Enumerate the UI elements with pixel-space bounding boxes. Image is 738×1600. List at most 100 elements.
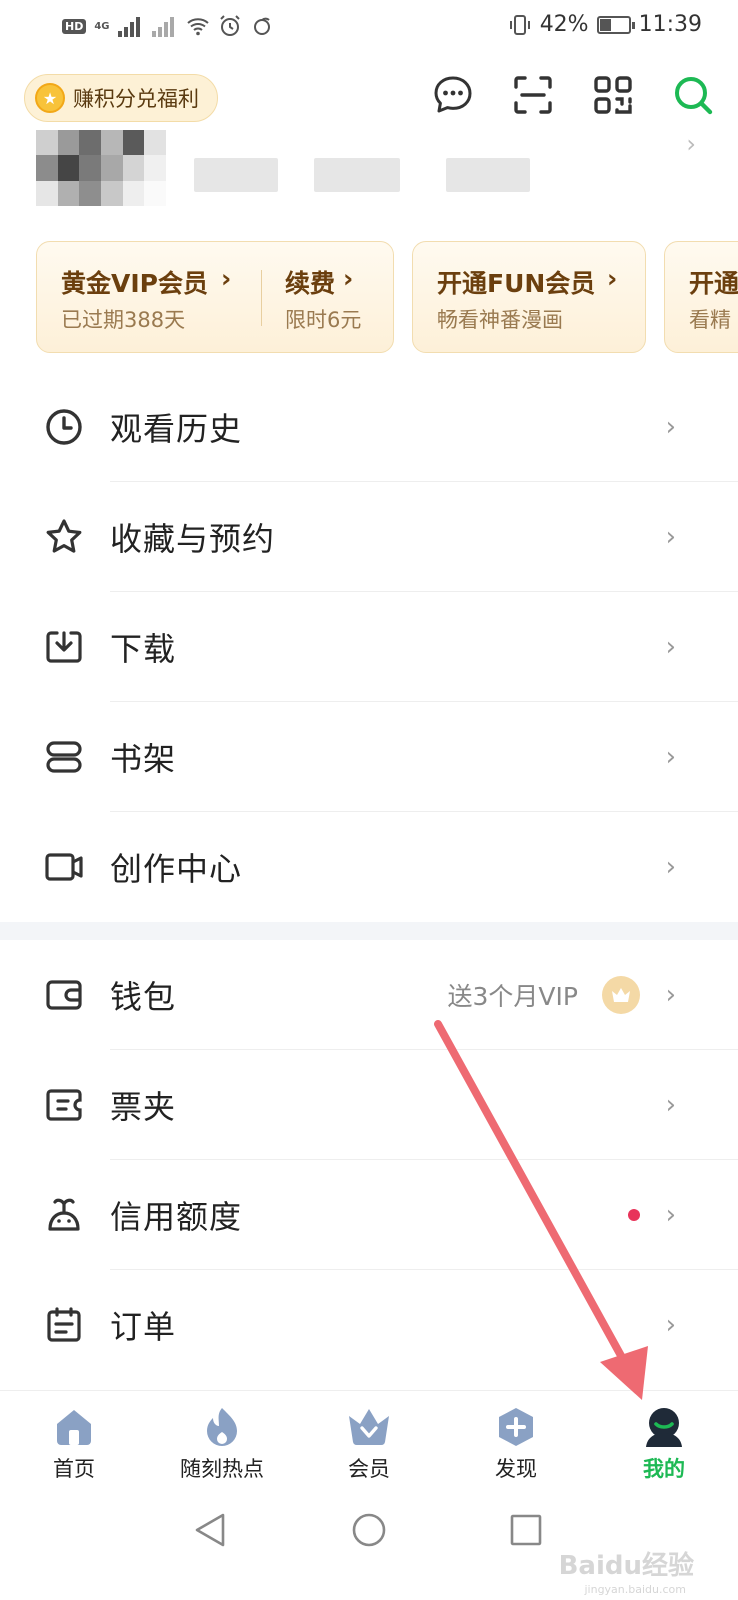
chevron-right-icon: ›: [665, 1200, 676, 1230]
username-blur: [194, 158, 278, 192]
crown-icon: [347, 1405, 391, 1449]
vip-card-gold[interactable]: 黄金VIP会员 › 已过期388天 续费 › 限时6元: [36, 241, 394, 353]
profile-header[interactable]: ›: [36, 130, 696, 220]
menu-group-1: 观看历史 › 收藏与预约 › 下载 › 书架 › 创作中心 ›: [0, 372, 738, 922]
star-icon: [44, 517, 84, 557]
menu-item-label: 钱包: [110, 978, 177, 1016]
credit-icon: [44, 1195, 84, 1235]
search-icon[interactable]: [670, 72, 716, 118]
nav-vip[interactable]: 会员: [299, 1391, 439, 1501]
vip-card-subtitle: 已过期388天: [61, 308, 186, 332]
menu-item-label: 订单: [110, 1308, 177, 1346]
menu-group-2: 钱包 送3个月VIP › 票夹 › 信用额度 › 订单 ›: [0, 940, 738, 1380]
vip-card-title: 开通: [689, 269, 738, 298]
chevron-right-icon: ›: [665, 742, 676, 772]
renew-title[interactable]: 续费: [285, 264, 335, 300]
status-right: 42% 11:39: [508, 12, 702, 37]
clock-icon: [44, 407, 84, 447]
order-icon: [44, 1305, 84, 1345]
menu-item-label: 书架: [110, 740, 177, 778]
nav-home[interactable]: 首页: [4, 1391, 144, 1501]
vip-card-title: 黄金VIP会员: [61, 269, 208, 298]
wifi-icon: [186, 18, 209, 36]
discover-icon: [494, 1405, 538, 1449]
menu-item-history[interactable]: 观看历史 ›: [0, 372, 738, 482]
menu-item-download[interactable]: 下载 ›: [0, 592, 738, 702]
renew-chevron: ›: [343, 264, 354, 293]
menu-item-label: 下载: [110, 630, 177, 668]
hd-badge: HD: [62, 18, 87, 34]
signal-icon: [117, 15, 144, 37]
vip-card-title-chevron: ›: [607, 264, 618, 293]
message-icon[interactable]: [430, 72, 476, 118]
menu-item-credit[interactable]: 信用额度 ›: [0, 1160, 738, 1270]
menu-item-label: 票夹: [110, 1088, 177, 1126]
vip-card-partial[interactable]: 开通 看精: [664, 241, 738, 353]
section-gap: [0, 922, 738, 940]
username-blur: [314, 158, 400, 192]
scan-icon[interactable]: [510, 72, 556, 118]
chevron-right-icon: ›: [665, 852, 676, 882]
battery-icon: [596, 15, 635, 34]
header-actions: [430, 72, 716, 118]
download-icon: [44, 627, 84, 667]
watermark-url: jingyan.baidu.com: [584, 1583, 686, 1596]
nav-label: 随刻热点: [180, 1457, 264, 1481]
battery-percent: 42%: [539, 12, 589, 37]
profile-chevron-icon: ›: [686, 130, 696, 158]
menu-item-favorites[interactable]: 收藏与预约 ›: [0, 482, 738, 592]
wallet-promo-text: 送3个月VIP: [447, 982, 578, 1011]
chevron-right-icon: ›: [665, 412, 676, 442]
earn-points-button[interactable]: ★ 赚积分兑福利: [24, 74, 218, 122]
chevron-right-icon: ›: [665, 522, 676, 552]
profile-icon: [642, 1405, 686, 1449]
watermark: Baidu经验: [558, 1551, 694, 1581]
menu-item-label: 收藏与预约: [110, 520, 276, 558]
home-icon: [52, 1405, 96, 1449]
username-blur: [446, 158, 530, 192]
chevron-right-icon: ›: [665, 1310, 676, 1340]
menu-item-label: 观看历史: [110, 410, 243, 448]
nav-label: 我的: [643, 1457, 685, 1481]
divider: [261, 270, 262, 326]
nav-label: 首页: [53, 1457, 95, 1481]
ticket-icon: [44, 1085, 84, 1125]
camera-icon: [44, 847, 84, 887]
menu-item-orders[interactable]: 订单 ›: [0, 1270, 738, 1380]
vip-card-subtitle: 畅看神番漫画: [437, 308, 563, 332]
vip-card-subtitle: 看精: [689, 308, 731, 332]
signal2-icon: [151, 15, 178, 37]
bottom-nav: 首页 随刻热点 会员 发现 我的: [0, 1390, 738, 1500]
crown-badge-icon: [602, 976, 640, 1014]
bookshelf-icon: [44, 737, 84, 777]
menu-item-bookshelf[interactable]: 书架 ›: [0, 702, 738, 812]
menu-item-label: 信用额度: [110, 1198, 243, 1236]
wallet-icon: [44, 975, 84, 1015]
chevron-right-icon: ›: [665, 632, 676, 662]
nav-discover[interactable]: 发现: [446, 1391, 586, 1501]
menu-item-wallet[interactable]: 钱包 送3个月VIP ›: [0, 940, 738, 1050]
vip-card-title-chevron: ›: [221, 264, 232, 293]
clock-time: 11:39: [638, 12, 702, 37]
network-type: 4G: [94, 20, 110, 32]
qrcode-icon[interactable]: [590, 72, 636, 118]
nav-hot[interactable]: 随刻热点: [152, 1391, 292, 1501]
nav-label: 发现: [495, 1457, 537, 1481]
nav-me[interactable]: 我的: [594, 1391, 734, 1501]
menu-item-label: 创作中心: [110, 850, 243, 888]
vibrate-icon: [509, 14, 530, 35]
menu-item-creator-center[interactable]: 创作中心 ›: [0, 812, 738, 922]
points-label: 赚积分兑福利: [73, 87, 199, 111]
vip-card-row: 黄金VIP会员 › 已过期388天 续费 › 限时6元 开通FUN会员 › 畅看…: [36, 241, 738, 355]
menu-item-tickets[interactable]: 票夹 ›: [0, 1050, 738, 1160]
back-icon[interactable]: [190, 1510, 230, 1550]
sync-icon: [253, 17, 270, 35]
avatar[interactable]: [36, 130, 166, 206]
status-bar: HD 4G 42% 11:39: [0, 0, 738, 58]
home-circle-icon[interactable]: [349, 1510, 389, 1550]
vip-card-title: 开通FUN会员: [437, 269, 596, 298]
chevron-right-icon: ›: [665, 980, 676, 1010]
vip-card-fun[interactable]: 开通FUN会员 › 畅看神番漫画: [412, 241, 646, 353]
recents-icon[interactable]: [506, 1510, 546, 1550]
chevron-right-icon: ›: [665, 1090, 676, 1120]
